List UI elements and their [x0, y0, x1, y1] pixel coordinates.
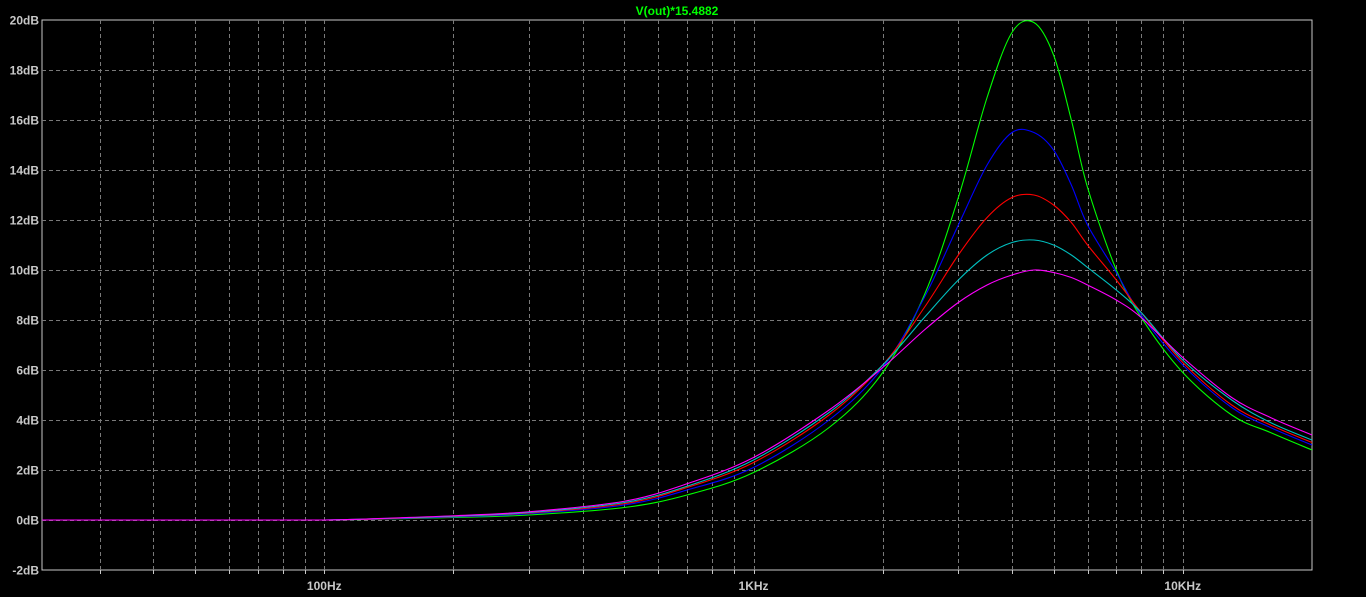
y-tick-label: 8dB	[16, 314, 39, 328]
y-tick-label: 2dB	[16, 464, 39, 478]
y-tick-label: 20dB	[10, 14, 40, 28]
y-tick-label: -2dB	[12, 564, 39, 578]
y-tick-label: 4dB	[16, 414, 39, 428]
y-tick-label: 6dB	[16, 364, 39, 378]
x-tick-label: 100Hz	[307, 579, 342, 593]
y-tick-label: 12dB	[10, 214, 40, 228]
y-tick-label: 10dB	[10, 264, 40, 278]
plot-window: 20dB 18dB 16dB 14dB 12dB 10dB 8dB 6dB 4dB 2dB 0dB -…	[0, 0, 1366, 597]
x-tick-label: 1KHz	[739, 579, 769, 593]
trace-title[interactable]: V(out)*15.4882	[636, 4, 719, 18]
y-tick-label: 16dB	[10, 114, 40, 128]
y-tick-label: 14dB	[10, 164, 40, 178]
x-tick-label: 10KHz	[1164, 579, 1201, 593]
y-tick-label: 0dB	[16, 514, 39, 528]
y-tick-label: 18dB	[10, 64, 40, 78]
bode-plot: 20dB 18dB 16dB 14dB 12dB 10dB 8dB 6dB 4dB 2dB 0dB -…	[10, 4, 1313, 593]
